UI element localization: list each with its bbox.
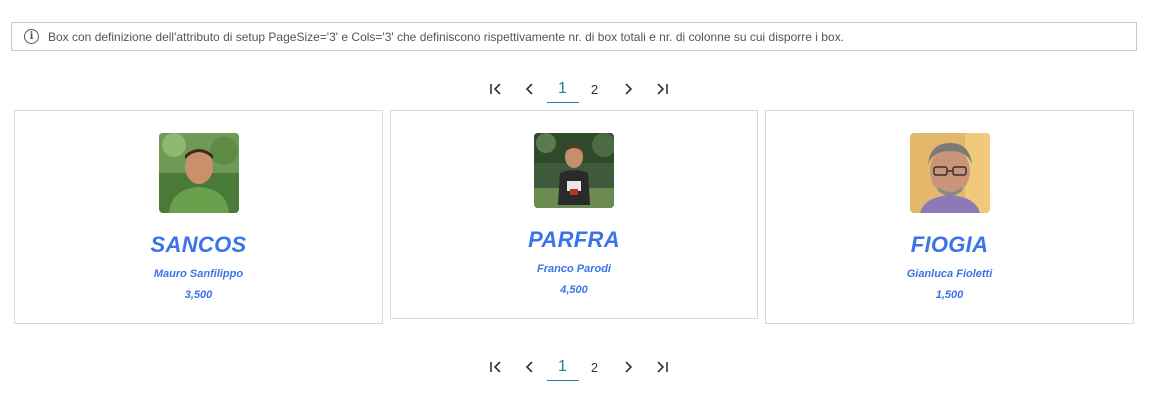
user-card[interactable]: FIOGIA Gianluca Fioletti 1,500 (765, 110, 1134, 324)
avatar (534, 133, 614, 208)
first-page-button[interactable] (479, 354, 513, 380)
chevron-left-icon (525, 361, 533, 373)
card-value: 3,500 (184, 289, 213, 301)
card-grid: SANCOS Mauro Sanfilippo 3,500 PARFRA Fra… (0, 0, 1157, 408)
pager-bottom: 1 2 (0, 351, 1157, 383)
last-page-icon (656, 361, 668, 373)
user-card[interactable]: SANCOS Mauro Sanfilippo 3,500 (14, 110, 383, 324)
card-code: FIOGIA (910, 232, 989, 257)
card-name: Mauro Sanfilippo (153, 268, 244, 280)
avatar (158, 133, 239, 213)
user-card[interactable]: PARFRA Franco Parodi 4,500 (390, 110, 758, 319)
card-code: PARFRA (528, 227, 620, 252)
first-page-icon (489, 361, 501, 373)
card-value: 4,500 (560, 284, 588, 296)
card-name: Gianluca Fioletti (906, 268, 993, 280)
card-value: 1,500 (935, 289, 964, 301)
page-1-button[interactable]: 1 (546, 354, 579, 381)
card-name: Franco Parodi (537, 263, 611, 275)
page-2-button[interactable]: 2 (579, 354, 611, 380)
avatar (909, 133, 990, 213)
next-page-button[interactable] (611, 354, 645, 380)
last-page-button[interactable] (645, 354, 679, 380)
chevron-right-icon (624, 361, 632, 373)
prev-page-button[interactable] (513, 354, 547, 380)
card-code: SANCOS (150, 232, 247, 257)
